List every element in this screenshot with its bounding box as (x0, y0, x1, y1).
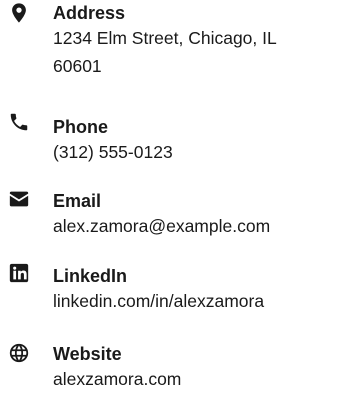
address-line-2: 60601 (53, 56, 102, 76)
linkedin-label: LinkedIn (53, 266, 128, 286)
globe-icon (8, 342, 30, 364)
email-label: Email (53, 191, 102, 211)
phone-value[interactable]: (312) 555-0123 (53, 138, 351, 166)
contact-text-phone: Phone (312) 555-0123 (53, 116, 351, 166)
email-value[interactable]: alex.zamora@example.com (53, 212, 351, 240)
phone-icon (8, 111, 30, 133)
contact-text-email: Email alex.zamora@example.com (53, 190, 351, 240)
phone-label: Phone (53, 117, 109, 137)
website-label: Website (53, 344, 122, 364)
map-pin-icon (8, 2, 30, 24)
contact-text-linkedin: LinkedIn linkedin.com/in/alexzamora (53, 265, 351, 315)
contact-text-website: Website alexzamora.com (53, 343, 351, 393)
contact-text-address: Address 1234 Elm Street, Chicago, IL 606… (53, 2, 351, 80)
linkedin-icon (8, 262, 30, 284)
website-value[interactable]: alexzamora.com (53, 365, 351, 393)
address-line-1: 1234 Elm Street, Chicago, IL (53, 28, 277, 48)
envelope-icon (8, 188, 30, 210)
address-label: Address (53, 3, 126, 23)
linkedin-value[interactable]: linkedin.com/in/alexzamora (53, 287, 351, 315)
contact-list: Address 1234 Elm Street, Chicago, IL 606… (0, 0, 351, 420)
